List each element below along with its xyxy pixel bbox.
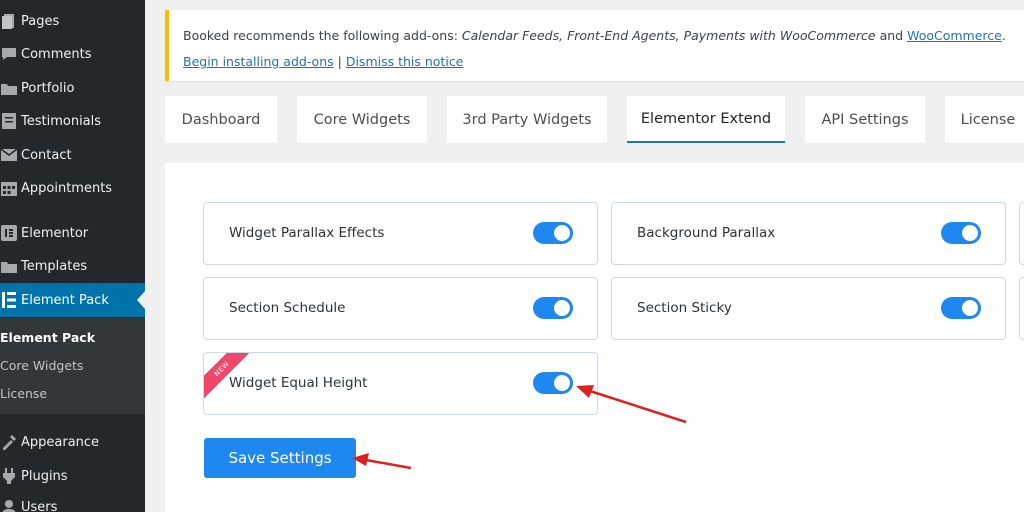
- sidebar-item-label: Contact: [21, 147, 72, 163]
- toggle-knob: [554, 225, 570, 241]
- comments-icon: [0, 44, 20, 64]
- toggle-knob: [554, 300, 570, 316]
- contact-icon: [0, 145, 20, 165]
- notice-separator: |: [333, 54, 346, 69]
- sidebar-item-testimonials[interactable]: Testimonials: [0, 104, 145, 138]
- elementor-icon: [0, 223, 20, 243]
- testimonials-icon: [0, 111, 20, 131]
- sidebar-item-label: Comments: [21, 46, 92, 62]
- notice-message: Booked recommends the following add-ons:…: [183, 28, 1006, 43]
- sidebar-item-label: Elementor: [21, 225, 89, 241]
- setting-label: Widget Equal Height: [229, 375, 368, 391]
- woocommerce-link[interactable]: WooCommerce: [907, 28, 1002, 43]
- tab-api-settings[interactable]: API Settings: [805, 96, 925, 143]
- tab-3rd-party-widgets[interactable]: 3rd Party Widgets: [447, 96, 607, 143]
- tab-dashboard[interactable]: Dashboard: [165, 96, 277, 143]
- section-sticky-toggle[interactable]: [941, 297, 981, 319]
- notice-prefix: Booked recommends the following add-ons:: [183, 28, 462, 43]
- background-parallax-toggle[interactable]: [941, 222, 981, 244]
- toggle-knob: [554, 375, 570, 391]
- submenu-item-core-widgets[interactable]: Core Widgets: [0, 358, 83, 373]
- sidebar-item-appearance[interactable]: Appearance: [0, 425, 145, 459]
- save-settings-button[interactable]: Save Settings: [204, 438, 356, 478]
- sidebar-item-users[interactable]: Users: [0, 490, 145, 512]
- sidebar-item-portfolio[interactable]: Portfolio: [0, 71, 145, 105]
- users-icon: [0, 497, 20, 512]
- setting-label: Section Sticky: [637, 300, 732, 316]
- templates-icon: [0, 256, 20, 276]
- calendar-icon: [0, 178, 20, 198]
- sidebar-item-plugins[interactable]: Plugins: [0, 459, 145, 493]
- sidebar-item-label: Templates: [21, 258, 88, 274]
- appearance-icon: [0, 432, 20, 452]
- setting-card-section-schedule: Section Schedule: [203, 277, 598, 340]
- plugins-icon: [0, 466, 20, 486]
- sidebar-item-element-pack[interactable]: Element Pack: [0, 283, 145, 317]
- element-pack-icon: [0, 290, 20, 310]
- tab-core-widgets[interactable]: Core Widgets: [297, 96, 427, 143]
- setting-label: Section Schedule: [229, 300, 346, 316]
- toggle-knob: [962, 300, 978, 316]
- setting-card-partial: [1019, 277, 1024, 340]
- setting-card-section-sticky: Section Sticky: [611, 277, 1006, 340]
- element-pack-submenu: Element Pack Core Widgets License: [0, 318, 145, 414]
- widget-parallax-effects-toggle[interactable]: [533, 222, 573, 244]
- sidebar-item-elementor[interactable]: Elementor: [0, 216, 145, 250]
- sidebar-item-pages[interactable]: Pages: [0, 4, 145, 38]
- sidebar-item-label: Users: [21, 499, 58, 512]
- sidebar-item-templates[interactable]: Templates: [0, 249, 145, 283]
- section-schedule-toggle[interactable]: [533, 297, 573, 319]
- tab-elementor-extend[interactable]: Elementor Extend: [627, 96, 785, 143]
- notice-and: and: [875, 28, 908, 43]
- setting-card-widget-equal-height: NEW Widget Equal Height: [203, 352, 598, 415]
- notice-addons: Calendar Feeds, Front-End Agents, Paymen…: [461, 28, 876, 43]
- notice-end: .: [1001, 28, 1006, 43]
- sidebar-item-label: Appearance: [21, 434, 100, 450]
- tab-license[interactable]: License: [945, 96, 1024, 143]
- admin-sidebar: Pages Comments Portfolio Testimonials Co…: [0, 0, 145, 512]
- sidebar-item-appointments[interactable]: Appointments: [0, 171, 145, 205]
- setting-label: Background Parallax: [637, 225, 776, 241]
- submenu-item-element-pack[interactable]: Element Pack: [0, 330, 95, 345]
- setting-card-background-parallax: Background Parallax: [611, 202, 1006, 265]
- dismiss-notice-link[interactable]: Dismiss this notice: [346, 54, 464, 69]
- setting-label: Widget Parallax Effects: [229, 225, 385, 241]
- pages-icon: [0, 11, 20, 31]
- setting-card-partial: [1019, 202, 1024, 265]
- begin-installing-link[interactable]: Begin installing add-ons: [183, 54, 334, 69]
- sidebar-item-label: Appointments: [21, 180, 113, 196]
- sidebar-item-label: Testimonials: [21, 113, 102, 129]
- notice-actions: Begin installing add-ons | Dismiss this …: [183, 54, 463, 69]
- sidebar-item-contact[interactable]: Contact: [0, 138, 145, 172]
- sidebar-item-comments[interactable]: Comments: [0, 37, 145, 71]
- submenu-item-license[interactable]: License: [0, 386, 47, 401]
- widget-equal-height-toggle[interactable]: [533, 372, 573, 394]
- sidebar-item-label: Plugins: [21, 468, 68, 484]
- addons-notice: Booked recommends the following add-ons:…: [165, 10, 1024, 81]
- sidebar-item-label: Pages: [21, 13, 60, 29]
- portfolio-icon: [0, 78, 20, 98]
- sidebar-item-label: Element Pack: [21, 292, 109, 308]
- toggle-knob: [962, 225, 978, 241]
- setting-card-widget-parallax-effects: Widget Parallax Effects: [203, 202, 598, 265]
- sidebar-item-label: Portfolio: [21, 80, 75, 96]
